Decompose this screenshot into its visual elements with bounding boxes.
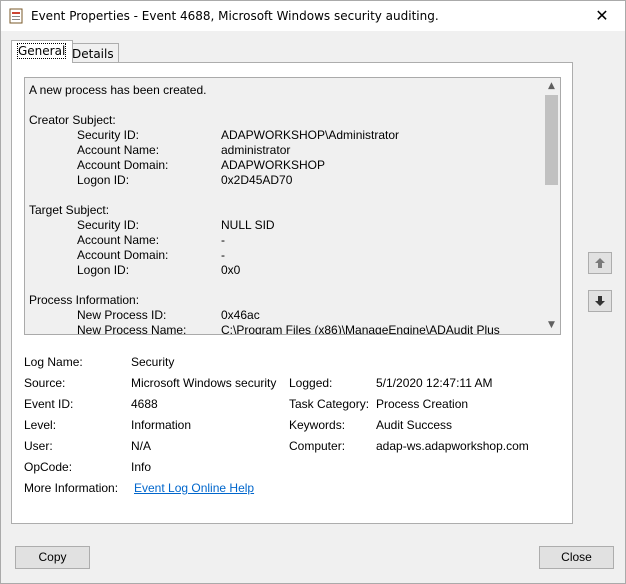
description-field-label: Account Name: (77, 233, 160, 247)
event-id-label: Event ID: (24, 397, 74, 411)
previous-event-button[interactable] (588, 252, 612, 274)
source-label: Source: (24, 376, 66, 390)
logged-value: 5/1/2020 12:47:11 AM (376, 376, 493, 390)
log-name-value: Security (131, 355, 175, 369)
user-value: N/A (131, 439, 152, 453)
logged-label: Logged: (289, 376, 333, 390)
event-description-box[interactable]: A new process has been created. Creator S… (24, 77, 561, 335)
copy-button[interactable]: Copy (15, 546, 90, 569)
close-window-icon[interactable]: ✕ (579, 1, 625, 31)
opcode-value: Info (131, 460, 152, 474)
user-label: User: (24, 439, 53, 453)
description-field-label: Logon ID: (77, 173, 130, 187)
description-field-value: ADAPWORKSHOP (221, 158, 326, 172)
description-scrollbar[interactable]: ▲ ▼ (543, 78, 560, 334)
event-log-online-help-link[interactable]: Event Log Online Help (134, 481, 254, 495)
scroll-down-icon[interactable]: ▼ (543, 317, 560, 334)
description-field-label: Logon ID: (77, 263, 130, 277)
level-label: Level: (24, 418, 57, 432)
description-field-label: New Process ID: (77, 308, 167, 322)
description-line: Security ID: ADAPWORKSHOP\Administrator (29, 128, 534, 143)
general-panel: A new process has been created. Creator S… (11, 62, 573, 524)
description-field-value: C:\Program Files (x86)\ManageEngine\ADAu… (221, 323, 500, 335)
description-line: Account Domain: - (29, 248, 534, 263)
down-arrow-icon (595, 296, 605, 306)
source-value: Microsoft Windows security (131, 376, 277, 390)
description-line (29, 98, 534, 113)
keywords-label: Keywords: (289, 418, 346, 432)
description-line: Account Name: - (29, 233, 534, 248)
level-value: Information (131, 418, 192, 432)
event-viewer-icon (9, 8, 23, 24)
description-line: New Process ID: 0x46ac (29, 308, 534, 323)
description-line: Account Name: administrator (29, 143, 534, 158)
description-field-label: New Process Name: (77, 323, 187, 335)
task-category-label: Task Category: (289, 397, 370, 411)
description-line: Account Domain: ADAPWORKSHOP (29, 158, 534, 173)
description-field-label: Account Name: (77, 143, 160, 157)
close-button[interactable]: Close (539, 546, 614, 569)
description-line: A new process has been created. (29, 83, 207, 97)
computer-label: Computer: (289, 439, 346, 453)
description-field-value: - (221, 248, 225, 262)
description-field-label: Security ID: (77, 218, 140, 232)
computer-value: adap-ws.adapworkshop.com (376, 439, 529, 453)
scroll-up-icon[interactable]: ▲ (543, 78, 560, 95)
description-line: Target Subject: (29, 203, 110, 217)
description-field-value: 0x0 (221, 263, 241, 277)
description-line (29, 188, 534, 203)
description-field-label: Security ID: (77, 128, 140, 142)
description-line: Process Information: (29, 293, 140, 307)
description-field-value: - (221, 233, 225, 247)
description-line: Logon ID: 0x0 (29, 263, 534, 278)
up-arrow-icon (595, 258, 605, 268)
tab-general[interactable]: General (11, 40, 73, 63)
description-line (29, 278, 534, 293)
description-line: Logon ID: 0x2D45AD70 (29, 173, 534, 188)
description-field-value: administrator (221, 143, 291, 157)
description-field-label: Account Domain: (77, 158, 169, 172)
description-field-value: 0x2D45AD70 (221, 173, 293, 187)
event-id-value: 4688 (131, 397, 158, 411)
title-bar[interactable]: Event Properties - Event 4688, Microsoft… (1, 1, 625, 31)
scroll-thumb[interactable] (545, 95, 558, 185)
more-information-label: More Information: (24, 481, 119, 495)
keywords-value: Audit Success (376, 418, 453, 432)
task-category-value: Process Creation (376, 397, 469, 411)
event-properties-window: Event Properties - Event 4688, Microsoft… (0, 0, 626, 584)
window-title: Event Properties - Event 4688, Microsoft… (31, 9, 439, 23)
description-field-value: NULL SID (221, 218, 275, 232)
description-field-value: 0x46ac (221, 308, 260, 322)
event-description-text: A new process has been created. Creator S… (29, 83, 534, 335)
next-event-button[interactable] (588, 290, 612, 312)
tab-details-label: Details (72, 47, 114, 61)
opcode-label: OpCode: (24, 460, 73, 474)
description-field-value: ADAPWORKSHOP\Administrator (221, 128, 400, 142)
description-line: Security ID: NULL SID (29, 218, 534, 233)
tab-details[interactable]: Details (65, 43, 119, 64)
description-field-label: Account Domain: (77, 248, 169, 262)
description-line: Creator Subject: (29, 113, 116, 127)
log-name-label: Log Name: (24, 355, 83, 369)
tab-general-label: General (16, 43, 67, 59)
description-line: New Process Name: C:\Program Files (x86)\… (29, 323, 534, 335)
